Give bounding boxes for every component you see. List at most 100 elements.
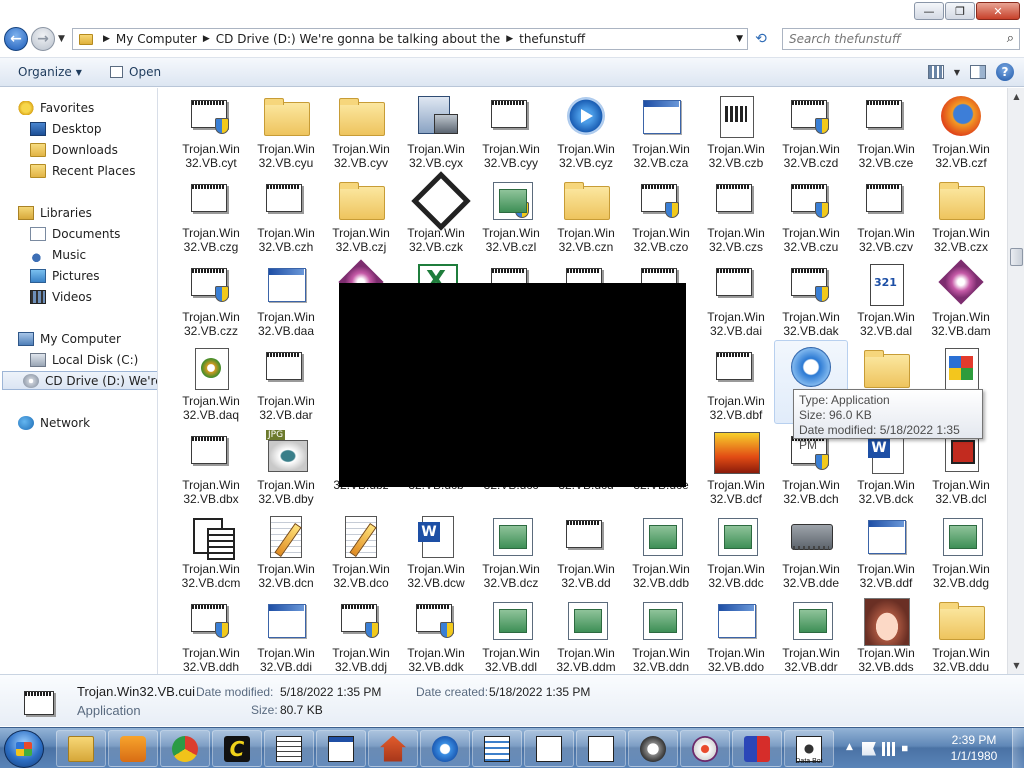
help-icon[interactable]: ? — [996, 63, 1014, 81]
file-item[interactable]: Trojan.Win 32.VB.dbx — [174, 424, 248, 508]
file-item[interactable]: Trojan.Win 32.VB.ddm — [549, 592, 623, 674]
file-item[interactable]: Trojan.Win 32.VB.czd — [774, 88, 848, 172]
start-button[interactable] — [4, 730, 44, 768]
file-item[interactable]: Trojan.Win 32.VB.cyv — [324, 88, 398, 172]
nav-downloads[interactable]: Downloads — [30, 140, 118, 159]
file-item[interactable]: Trojan.Win 32.VB.dbf — [699, 340, 773, 424]
nav-recent-places[interactable]: Recent Places — [30, 161, 135, 180]
file-item[interactable]: Trojan.Win 32.VB.czz — [174, 256, 248, 340]
file-item[interactable]: Trojan.Win 32.VB.czf — [924, 88, 998, 172]
taskbar-window-2[interactable] — [524, 730, 574, 767]
nav-libraries[interactable]: Libraries — [18, 203, 92, 222]
file-item[interactable]: Trojan.Win 32.VB.ddk — [399, 592, 473, 674]
file-item[interactable]: Trojan.Win 32.VB.ddl — [474, 592, 548, 674]
file-item[interactable]: Trojan.Win 32.VB.czh — [249, 172, 323, 256]
taskbar-explorer[interactable] — [56, 730, 106, 767]
taskbar-window-3[interactable] — [576, 730, 626, 767]
taskbar-window[interactable] — [316, 730, 366, 767]
nav-cd-drive[interactable]: CD Drive (D:) We're g — [2, 371, 157, 390]
file-item[interactable]: Trojan.Win 32.VB.ddi — [249, 592, 323, 674]
file-item[interactable]: Trojan.Win 32.VB.dd — [549, 508, 623, 592]
file-item[interactable]: Trojan.Win 32.VB.cze — [849, 88, 923, 172]
file-item[interactable]: Trojan.Win 32.VB.ddu — [924, 592, 998, 674]
file-item[interactable]: Trojan.Win 32.VB.dcm — [174, 508, 248, 592]
file-item[interactable]: Trojan.Win 32.VB.ddg — [924, 508, 998, 592]
file-item[interactable]: Trojan.Win 32.VB.dco — [324, 508, 398, 592]
nav-desktop[interactable]: Desktop — [30, 119, 102, 138]
vertical-scrollbar[interactable]: ▲ ▼ — [1007, 88, 1024, 674]
taskbar-data-bot[interactable]: Data Bot — [784, 730, 834, 767]
file-item[interactable]: Trojan.Win 32.VB.dal — [849, 256, 923, 340]
file-item[interactable]: Trojan.Win 32.VB.ddh — [174, 592, 248, 674]
view-dropdown-icon[interactable]: ▼ — [954, 68, 960, 77]
file-item[interactable]: Trojan.Win 32.VB.dds — [849, 592, 923, 674]
show-hidden-icons-icon[interactable]: ▲ — [846, 742, 856, 756]
scroll-up-icon[interactable]: ▲ — [1009, 88, 1024, 105]
file-item[interactable]: Trojan.Win 32.VB.ddf — [849, 508, 923, 592]
taskbar-mask[interactable] — [732, 730, 782, 767]
file-item[interactable]: Trojan.Win 32.VB.ddn — [624, 592, 698, 674]
file-item[interactable]: Trojan.Win 32.VB.czv — [849, 172, 923, 256]
clock[interactable]: 2:39 PM 1/1/1980 — [938, 732, 1010, 764]
nav-videos[interactable]: Videos — [30, 287, 92, 306]
search-icon[interactable]: ⌕ — [1007, 31, 1014, 46]
taskbar-internet-explorer[interactable] — [420, 730, 470, 767]
file-item[interactable]: Trojan.Win 32.VB.ddr — [774, 592, 848, 674]
file-item[interactable]: Trojan.Win 32.VB.ddb — [624, 508, 698, 592]
search-input[interactable] — [783, 29, 993, 49]
file-item[interactable]: Trojan.Win 32.VB.czk — [399, 172, 473, 256]
breadcrumb-cd-drive[interactable]: CD Drive (D:) We're gonna be talking abo… — [212, 32, 504, 46]
scrollbar-thumb[interactable] — [1010, 248, 1023, 266]
maximize-button[interactable]: ❐ — [945, 2, 975, 20]
file-item[interactable]: Trojan.Win 32.VB.daa — [249, 256, 323, 340]
taskbar-chrome[interactable] — [160, 730, 210, 767]
file-item[interactable]: Trojan.Win 32.VB.dby — [249, 424, 323, 508]
file-item[interactable]: Trojan.Win 32.VB.czx — [924, 172, 998, 256]
organize-button[interactable]: Organize ▼ — [18, 65, 82, 79]
taskbar-clown[interactable] — [680, 730, 730, 767]
nav-favorites[interactable]: Favorites — [18, 98, 94, 117]
file-item[interactable]: Trojan.Win 32.VB.cyx — [399, 88, 473, 172]
action-center-flag-icon[interactable] — [862, 741, 876, 756]
file-item[interactable]: Trojan.Win 32.VB.czj — [324, 172, 398, 256]
chevron-right-icon[interactable]: ▶ — [504, 34, 515, 44]
file-item[interactable]: Trojan.Win 32.VB.cza — [624, 88, 698, 172]
taskbar-notepad[interactable] — [264, 730, 314, 767]
breadcrumb-my-computer[interactable]: My Computer — [112, 32, 201, 46]
minimize-button[interactable]: — — [914, 2, 944, 20]
chevron-right-icon[interactable]: ▶ — [201, 34, 212, 44]
file-item[interactable]: Trojan.Win 32.VB.dcz — [474, 508, 548, 592]
file-item[interactable]: Trojan.Win 32.VB.czo — [624, 172, 698, 256]
file-item[interactable]: Trojan.Win 32.VB.dar — [249, 340, 323, 424]
file-item[interactable]: Trojan.Win 32.VB.czn — [549, 172, 623, 256]
file-item[interactable]: Trojan.Win 32.VB.czs — [699, 172, 773, 256]
file-item[interactable]: Trojan.Win 32.VB.dcn — [249, 508, 323, 592]
change-view-icon[interactable] — [927, 65, 944, 79]
address-dropdown-icon[interactable]: ▼ — [736, 34, 743, 44]
file-item[interactable]: Trojan.Win 32.VB.czu — [774, 172, 848, 256]
nav-documents[interactable]: Documents — [30, 224, 120, 243]
nav-network[interactable]: Network — [18, 413, 90, 432]
file-item[interactable]: Trojan.Win 32.VB.cyu — [249, 88, 323, 172]
file-item[interactable]: Trojan.Win 32.VB.dam — [924, 256, 998, 340]
open-button[interactable]: Open — [110, 65, 161, 79]
nav-local-disk[interactable]: Local Disk (C:) — [30, 350, 138, 369]
chevron-right-icon[interactable]: ▶ — [101, 34, 112, 44]
nav-music[interactable]: Music — [30, 245, 86, 264]
taskbar-ghost[interactable] — [628, 730, 678, 767]
taskbar-c-app[interactable]: C — [212, 730, 262, 767]
search-box[interactable]: ⌕ — [782, 28, 1020, 50]
address-bar[interactable]: ▶ My Computer ▶ CD Drive (D:) We're gonn… — [72, 28, 748, 50]
back-button[interactable]: ← — [4, 27, 28, 51]
file-item[interactable]: Trojan.Win 32.VB.czl — [474, 172, 548, 256]
file-item[interactable]: Trojan.Win 32.VB.czg — [174, 172, 248, 256]
breadcrumb-thefunstuff[interactable]: thefunstuff — [515, 32, 589, 46]
taskbar-media-center[interactable] — [108, 730, 158, 767]
close-button[interactable]: ✕ — [976, 2, 1020, 20]
volume-icon[interactable] — [902, 741, 914, 756]
network-status-icon[interactable] — [882, 741, 896, 756]
taskbar-list[interactable] — [472, 730, 522, 767]
file-item[interactable]: Trojan.Win 32.VB.czb — [699, 88, 773, 172]
file-item[interactable]: Trojan.Win 32.VB.dcw — [399, 508, 473, 592]
file-item[interactable]: Trojan.Win 32.VB.ddc — [699, 508, 773, 592]
